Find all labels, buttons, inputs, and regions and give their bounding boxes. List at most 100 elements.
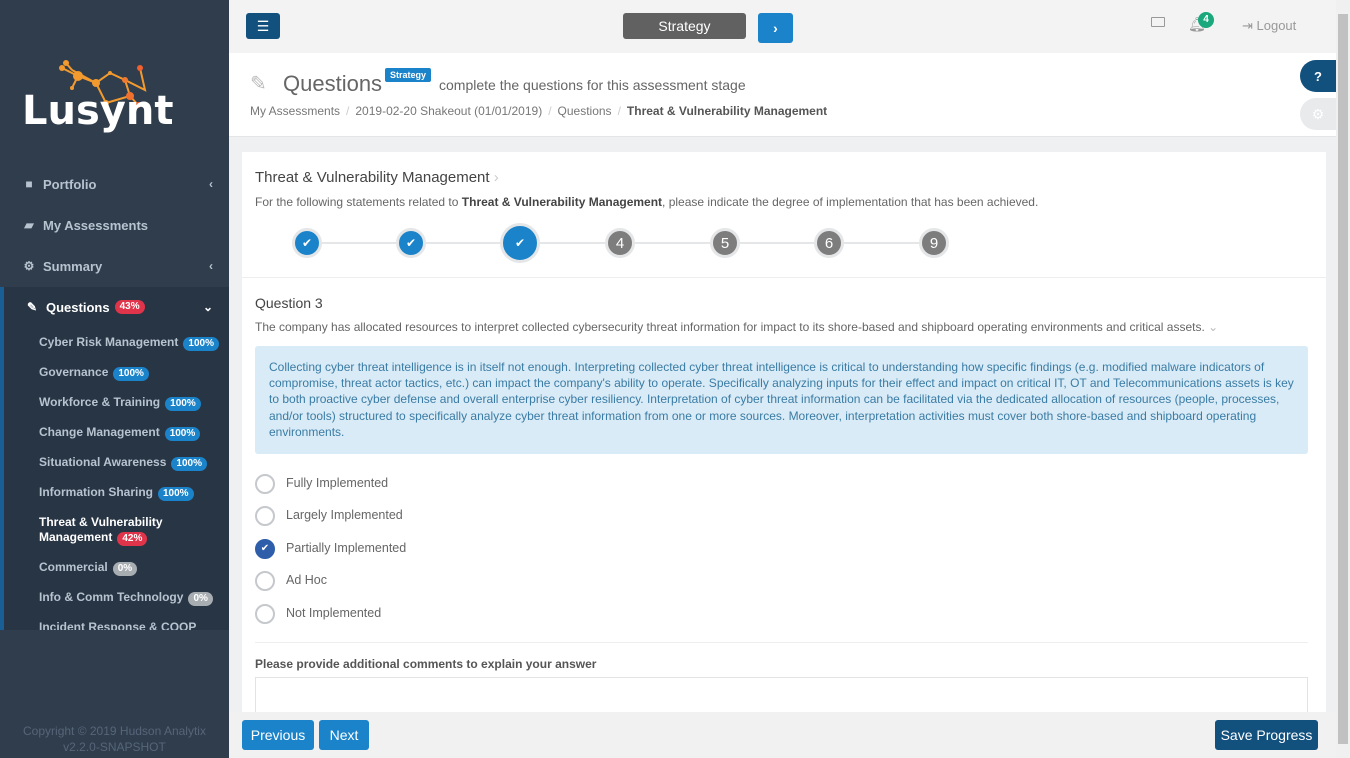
sidebar-item-summary[interactable]: ⚙ Summary ‹ bbox=[0, 246, 229, 286]
sidebar-sub-situational-awareness[interactable]: Situational Awareness 100% bbox=[39, 455, 219, 471]
gear-icon: ⚙ bbox=[1311, 105, 1325, 122]
breadcrumb-questions[interactable]: Questions bbox=[558, 104, 612, 118]
step-1[interactable]: ✔ bbox=[292, 228, 322, 258]
progress-badge: 0% bbox=[188, 592, 213, 606]
check-icon: ✔ bbox=[301, 236, 313, 250]
progress-badge: 100% bbox=[171, 457, 207, 471]
breadcrumb: My Assessments/2019-02-20 Shakeout (01/0… bbox=[250, 104, 828, 118]
help-button[interactable]: ? bbox=[1300, 60, 1336, 92]
step-4[interactable]: 4 bbox=[605, 228, 635, 258]
sidebar-item-label: Questions bbox=[46, 299, 110, 315]
step-6[interactable]: 6 bbox=[814, 228, 844, 258]
chevron-down-icon: ⌄ bbox=[202, 300, 213, 314]
question-text-content: The company has allocated resources to i… bbox=[255, 320, 1205, 334]
sidebar-sub-cyber-risk-management[interactable]: Cyber Risk Management 100% bbox=[39, 335, 219, 351]
sidebar-sub-info-comm-technology[interactable]: Info & Comm Technology 0% bbox=[39, 590, 219, 606]
stage-button[interactable]: Strategy bbox=[623, 13, 746, 39]
page-title: Questions bbox=[283, 71, 383, 96]
version: v2.2.0-SNAPSHOT bbox=[63, 740, 166, 754]
info-box: Collecting cyber threat intelligence is … bbox=[255, 346, 1308, 454]
step-label: 5 bbox=[720, 234, 730, 252]
breadcrumb-current: Threat & Vulnerability Management bbox=[626, 104, 828, 118]
divider bbox=[255, 642, 1308, 643]
sidebar-sub-governance[interactable]: Governance 100% bbox=[39, 365, 219, 381]
page-header: ✎ Questions Strategy complete the questi… bbox=[229, 53, 1336, 137]
sidebar-sub-commercial[interactable]: Commercial 0% bbox=[39, 560, 219, 576]
chevron-right-icon: › bbox=[773, 20, 778, 36]
step-label: 4 bbox=[615, 234, 625, 252]
radio-label[interactable]: Largely Implemented bbox=[286, 508, 403, 522]
question-card: Threat & Vulnerability Management › For … bbox=[242, 152, 1326, 712]
copyright: Copyright © 2019 Hudson Analytix bbox=[23, 724, 206, 738]
monitor-icon[interactable] bbox=[1151, 17, 1165, 27]
sub-label: Situational Awareness bbox=[39, 455, 167, 469]
progress-badge: 100% bbox=[113, 367, 149, 381]
breadcrumb-assessment[interactable]: 2019-02-20 Shakeout (01/01/2019) bbox=[355, 104, 542, 118]
radio-option[interactable]: ✔ bbox=[255, 539, 275, 559]
radio-label[interactable]: Not Implemented bbox=[286, 606, 381, 620]
settings-button[interactable]: ⚙ bbox=[1300, 98, 1336, 130]
step-label: 6 bbox=[824, 234, 834, 252]
page-subtitle: complete the questions for this assessme… bbox=[439, 77, 746, 93]
logout-button[interactable]: ⇥ Logout bbox=[1242, 18, 1296, 34]
sign-out-icon: ⇥ bbox=[1242, 18, 1257, 33]
sub-label: Cyber Risk Management bbox=[39, 335, 179, 349]
sidebar-item-label: Summary bbox=[43, 258, 103, 274]
sub-label: Governance bbox=[39, 365, 109, 379]
progress-badge: 43% bbox=[114, 300, 145, 314]
notification-count: 4 bbox=[1198, 12, 1214, 28]
radio-option[interactable] bbox=[255, 474, 275, 494]
sidebar-item-portfolio[interactable]: ■ Portfolio ‹ bbox=[0, 164, 229, 204]
progress-badge: 42% bbox=[117, 532, 148, 546]
folder-open-icon: ▰ bbox=[24, 218, 34, 232]
topbar: ☰ Strategy › 🔔︎ 4 ⇥ Logout bbox=[229, 0, 1336, 53]
comments-textarea[interactable] bbox=[255, 677, 1308, 712]
sidebar-sub-threat-vulnerability[interactable]: Threat & Vulnerability Management 42% bbox=[39, 515, 169, 546]
check-icon: ✔ bbox=[514, 236, 526, 250]
progress-badge: 100% bbox=[164, 427, 201, 441]
scrollbar[interactable] bbox=[1336, 0, 1350, 758]
previous-button[interactable]: Previous bbox=[242, 720, 314, 750]
radio-option[interactable] bbox=[255, 604, 275, 624]
section-title: Threat & Vulnerability Management › bbox=[255, 169, 499, 186]
progress-badge: 100% bbox=[183, 337, 219, 351]
radio-option[interactable] bbox=[255, 571, 275, 591]
edit-icon: ✎ bbox=[250, 73, 267, 95]
step-7[interactable]: 9 bbox=[919, 228, 949, 258]
sidebar-item-my-assessments[interactable]: ▰ My Assessments bbox=[0, 205, 229, 245]
sidebar-sub-incident-response[interactable]: Incident Response & COOP0% bbox=[39, 620, 219, 630]
progress-badge: 100% bbox=[165, 397, 201, 411]
breadcrumb-my-assessments[interactable]: My Assessments bbox=[250, 104, 340, 118]
sidebar-sub-change-management[interactable]: Change Management 100% bbox=[39, 425, 219, 441]
step-2[interactable]: ✔ bbox=[396, 228, 426, 258]
next-button[interactable]: Next bbox=[319, 720, 369, 750]
briefcase-icon: ■ bbox=[25, 177, 33, 191]
intro-bold: Threat & Vulnerability Management bbox=[461, 195, 663, 209]
radio-label[interactable]: Partially Implemented bbox=[286, 541, 406, 555]
sidebar-item-questions[interactable]: ✎ Questions 43% ⌄ bbox=[0, 287, 229, 327]
radio-label[interactable]: Fully Implemented bbox=[286, 476, 388, 490]
sidebar-sub-workforce-training[interactable]: Workforce & Training 100% bbox=[39, 395, 219, 411]
intro-text: , please indicate the degree of implemen… bbox=[662, 195, 1039, 209]
step-3[interactable]: ✔ bbox=[500, 223, 540, 263]
brand-name: Lusynt bbox=[22, 88, 174, 134]
radio-option[interactable] bbox=[255, 506, 275, 526]
menu-toggle-button[interactable]: ☰ bbox=[246, 13, 280, 39]
radio-label[interactable]: Ad Hoc bbox=[286, 573, 327, 587]
scrollbar-thumb[interactable] bbox=[1338, 14, 1348, 744]
hamburger-icon: ☰ bbox=[256, 17, 270, 34]
sidebar-item-label: Portfolio bbox=[43, 176, 97, 192]
sidebar-sub-information-sharing[interactable]: Information Sharing 100% bbox=[39, 485, 219, 501]
sub-label: Workforce & Training bbox=[39, 395, 161, 409]
sub-label: Change Management bbox=[39, 425, 160, 439]
progress-badge: 100% bbox=[158, 487, 194, 501]
sub-label: Information Sharing bbox=[39, 485, 153, 499]
save-progress-button[interactable]: Save Progress bbox=[1215, 720, 1318, 750]
next-stage-button[interactable]: › bbox=[758, 13, 793, 43]
chevron-down-icon[interactable]: ⌄ bbox=[1208, 320, 1218, 334]
sub-label: Incident Response & COOP bbox=[39, 620, 197, 630]
question-title: Question 3 bbox=[255, 295, 323, 311]
sub-label: Commercial bbox=[39, 560, 108, 574]
stage-badge: Strategy bbox=[385, 68, 432, 82]
step-5[interactable]: 5 bbox=[710, 228, 740, 258]
